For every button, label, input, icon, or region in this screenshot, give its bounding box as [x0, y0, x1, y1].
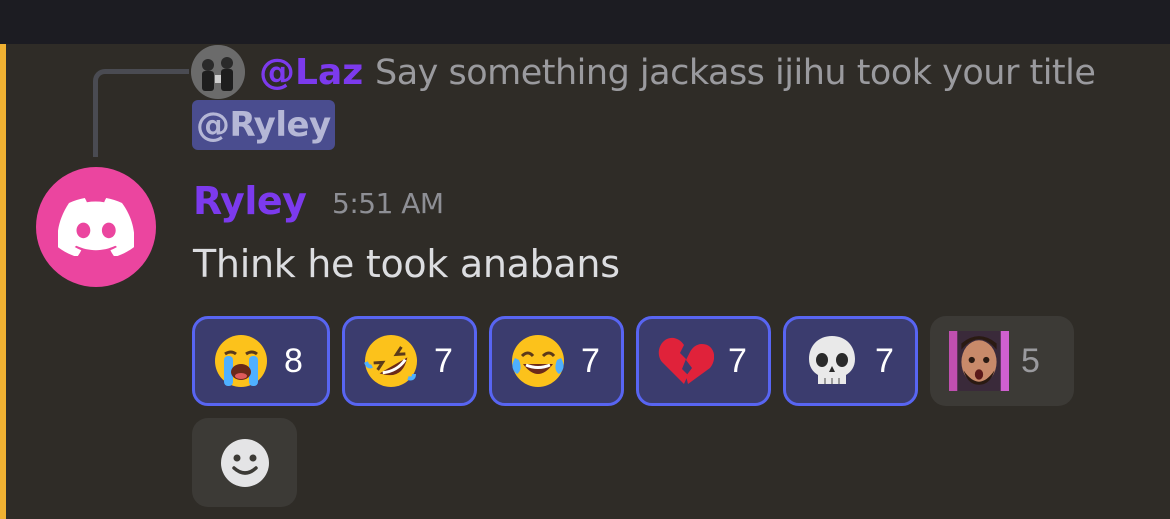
message-timestamp: 5:51 AM [332, 187, 444, 220]
message-text: Think he took anabans [193, 242, 620, 286]
reaction-tears-of-joy[interactable]: 7 [489, 316, 624, 406]
discord-logo-icon [58, 198, 134, 256]
reaction-count: 5 [1021, 341, 1040, 380]
message-author[interactable]: Ryley [193, 178, 307, 224]
reaction-count: 8 [284, 341, 303, 380]
top-bar [0, 0, 1170, 44]
reaction-broken-heart[interactable]: 7 [636, 316, 771, 406]
group-photo-avatar-icon [191, 45, 245, 99]
reaction-skull[interactable]: 7 [783, 316, 918, 406]
broken-heart-icon [658, 337, 714, 384]
add-reaction-button[interactable] [192, 418, 297, 507]
reaction-count: 7 [728, 341, 747, 380]
loudly-crying-face-icon [215, 335, 267, 387]
smiley-add-reaction-icon [220, 438, 269, 487]
reaction-rofl[interactable]: 7 [342, 316, 477, 406]
rolling-on-floor-laughing-icon [364, 335, 417, 387]
skull-icon [809, 336, 855, 384]
reply-avatar[interactable] [191, 45, 245, 99]
mention-highlight-bar [0, 44, 6, 519]
reply-author[interactable]: @Laz [259, 52, 363, 94]
user-mention[interactable]: @Ryley [192, 100, 335, 150]
reaction-loudly-crying[interactable]: 8 [192, 316, 330, 406]
reply-connector [93, 69, 189, 157]
reaction-custom-face[interactable]: 5 [930, 316, 1074, 406]
reply-preview-text[interactable]: Say something jackass ijihu took your ti… [375, 52, 1096, 94]
reaction-count: 7 [581, 341, 600, 380]
face-with-tears-of-joy-icon [512, 335, 564, 387]
custom-face-emoji-icon [949, 331, 1009, 391]
reaction-count: 7 [434, 341, 453, 380]
reaction-count: 7 [875, 341, 894, 380]
author-avatar[interactable] [36, 167, 156, 287]
